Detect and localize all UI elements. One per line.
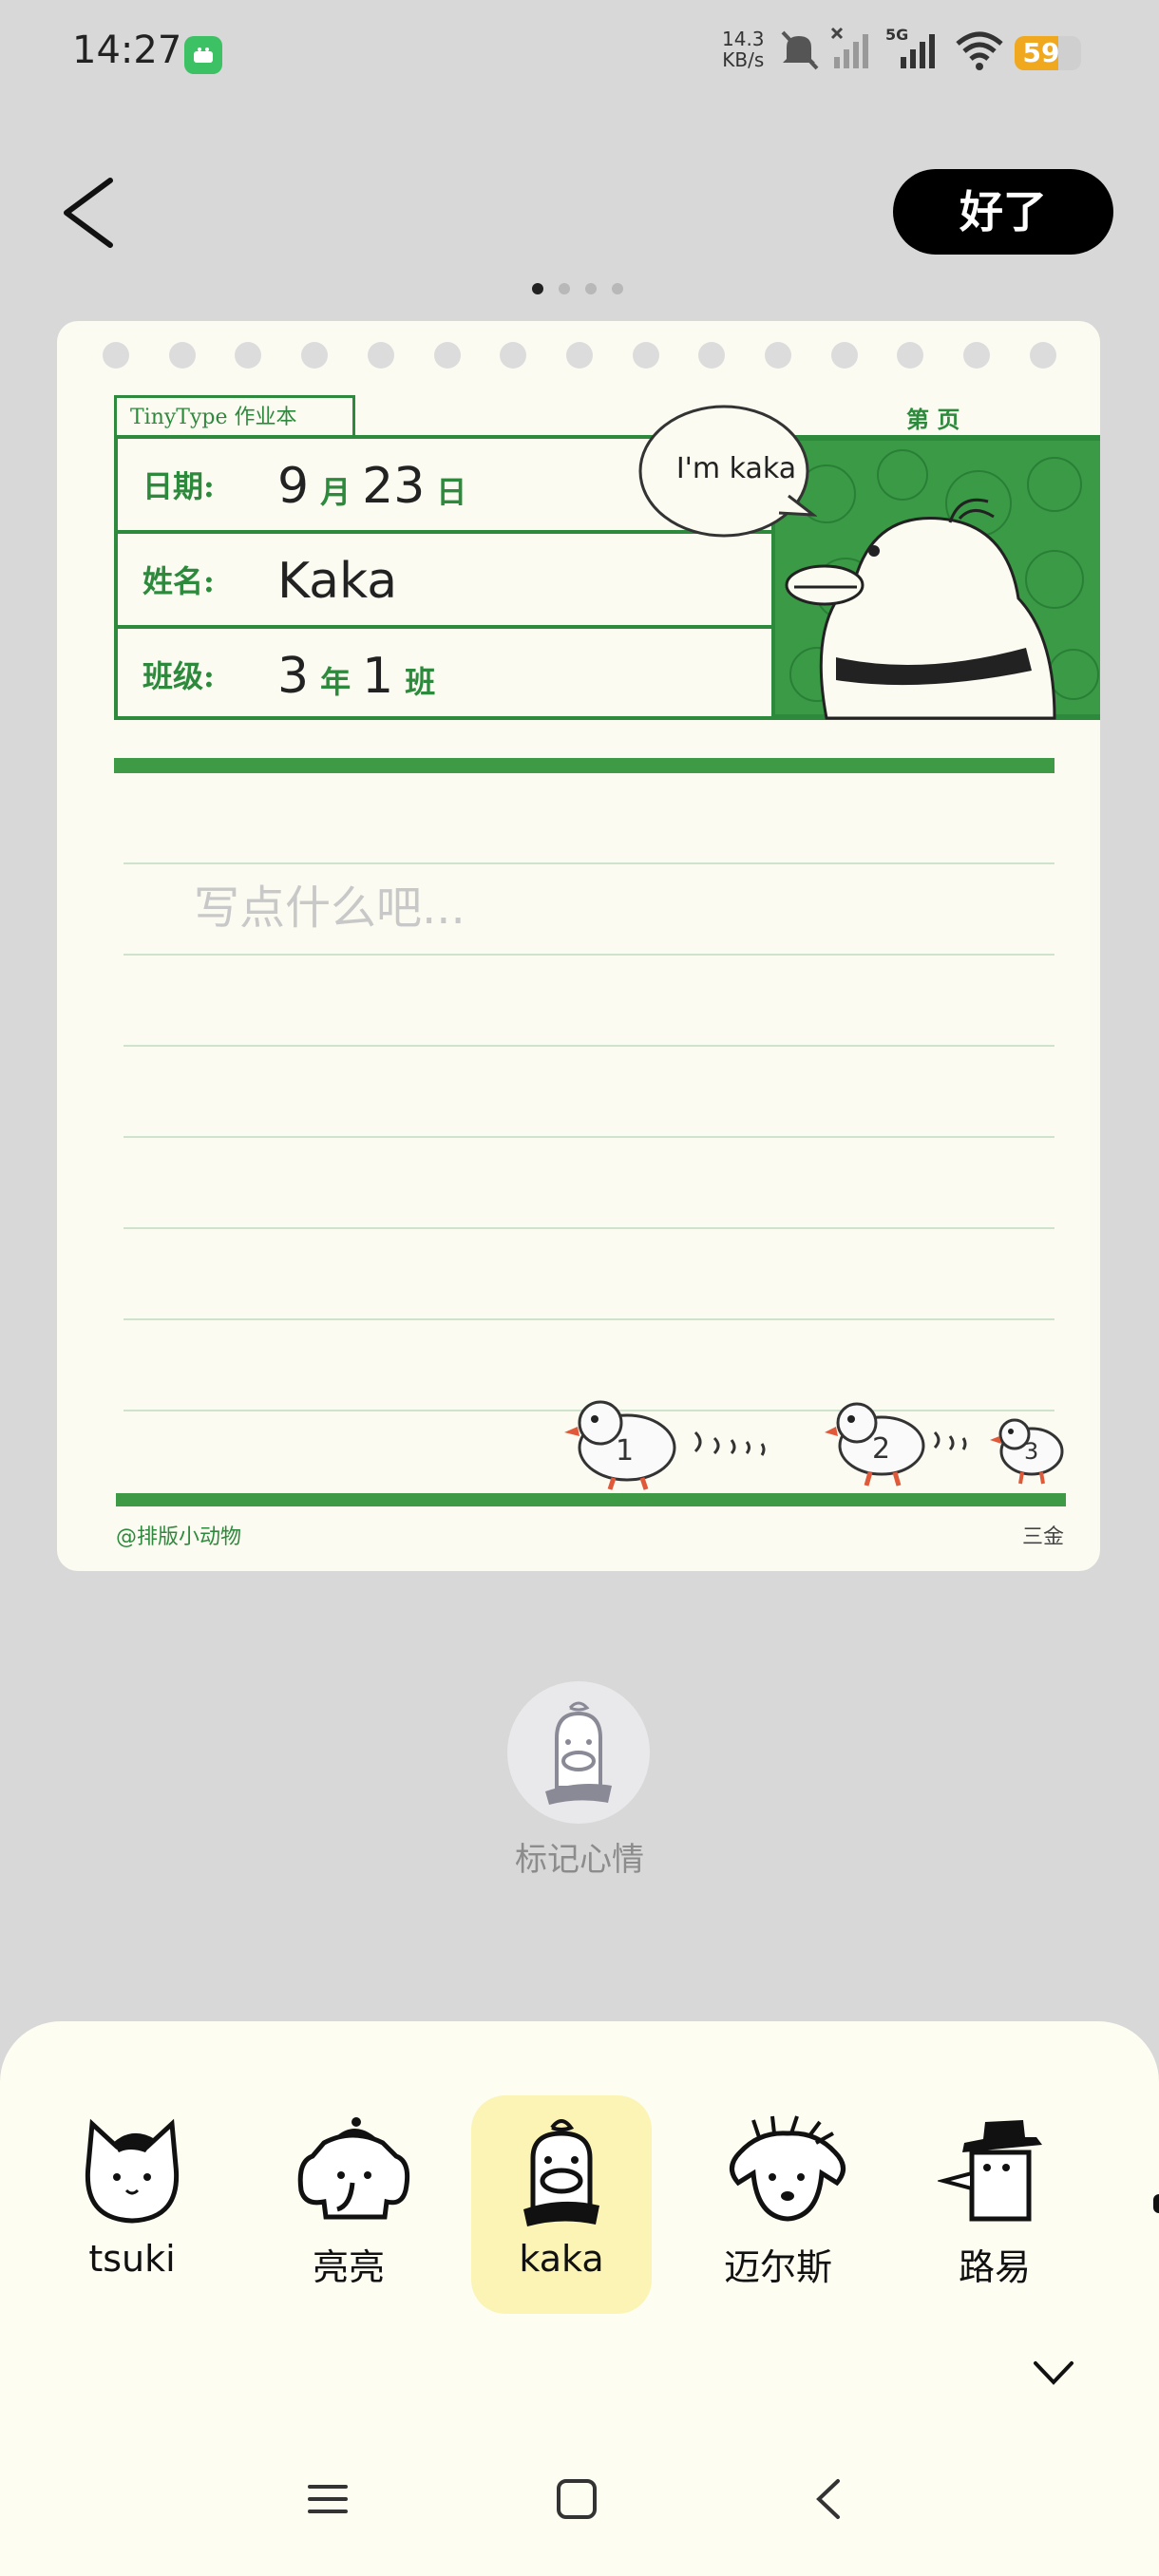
ruled-line — [124, 954, 1054, 956]
month-value: 9 — [277, 458, 310, 515]
android-app-icon — [184, 36, 222, 74]
page-label: 第 页 — [906, 406, 960, 433]
battery-level: 59 — [1022, 37, 1060, 68]
binder-hole — [235, 342, 262, 369]
bird-with-hat-icon — [938, 2120, 1042, 2222]
footer-author: 三金 — [1022, 1525, 1065, 1549]
mute-icon — [775, 27, 823, 78]
ruled-line — [124, 1045, 1054, 1047]
binder-hole — [500, 342, 527, 369]
binder-hole — [1029, 342, 1056, 369]
binder-hole — [765, 342, 791, 369]
class-unit: 班 — [405, 664, 436, 700]
name-label: 姓名: — [142, 563, 215, 599]
speech-text: I'm kaka — [675, 452, 797, 485]
duck-number: 2 — [872, 1432, 891, 1466]
grade-value: 3 — [277, 648, 310, 705]
ruled-line — [124, 1318, 1054, 1320]
nav-recents-button[interactable] — [306, 2477, 350, 2521]
page-indicator — [532, 283, 627, 296]
character-name: 迈尔斯 — [723, 2246, 832, 2288]
page-dot — [532, 283, 543, 294]
walking-ducks-illustration: 1 2 3 — [551, 1391, 1100, 1499]
character-louis[interactable]: 路易 — [904, 2095, 1085, 2314]
speech-bubble: I'm kaka — [636, 401, 818, 557]
binder-hole — [103, 342, 129, 369]
signal-icon: 5G — [885, 26, 942, 78]
done-button[interactable]: 好了 — [893, 169, 1113, 255]
class-label: 班级: — [142, 658, 215, 694]
kaka-illustration — [770, 437, 1100, 720]
cat-icon — [85, 2118, 180, 2224]
date-value[interactable]: 9 月 23 日 — [277, 439, 478, 534]
duck-number: 1 — [616, 1434, 635, 1468]
binder-hole — [897, 342, 924, 369]
character-miles[interactable]: 迈尔斯 — [688, 2095, 868, 2314]
footer-credit: @排版小动物 — [116, 1525, 242, 1549]
character-name: 亮亮 — [312, 2246, 385, 2288]
class-row[interactable]: 班级: 3年1班 — [118, 629, 783, 724]
mood-button[interactable] — [507, 1681, 650, 1824]
day-unit: 日 — [436, 474, 467, 510]
notebook-card: TinyType 作业本 第 页 日期: 9 月 23 日 姓名: Kaka 班级: … — [57, 321, 1100, 1571]
chevron-down-icon — [1034, 2361, 1074, 2385]
date-label: 日期: — [142, 468, 215, 504]
mood-label: 标记心情 — [515, 1841, 644, 1879]
net-speed: 14.3 KB/s — [722, 28, 765, 70]
net-speed-value: 14.3 — [722, 28, 765, 50]
binder-hole — [698, 342, 726, 369]
character-liangliang[interactable]: 亮亮 — [258, 2095, 439, 2314]
class-number: 1 — [362, 648, 394, 705]
dog-icon — [730, 2115, 846, 2222]
ruled-line — [124, 1227, 1054, 1229]
binder-hole — [301, 342, 329, 369]
grade-unit: 年 — [320, 664, 352, 700]
character-name: tsuki — [88, 2238, 176, 2280]
character-tsuki[interactable]: tsuki — [42, 2095, 222, 2314]
binder-hole — [632, 342, 659, 369]
chevron-left-icon — [64, 178, 113, 248]
ruled-line — [124, 862, 1054, 864]
chevron-left-icon — [816, 2479, 840, 2519]
back-button[interactable] — [57, 175, 124, 251]
character-kaka[interactable]: kaka — [471, 2095, 652, 2314]
collapse-button[interactable] — [1032, 2354, 1075, 2392]
binder-hole — [367, 342, 394, 369]
binder-hole — [168, 342, 196, 369]
page-dot — [585, 283, 597, 294]
binder-hole — [433, 342, 461, 369]
character-name: kaka — [519, 2238, 604, 2280]
divider-bottom — [116, 1493, 1066, 1506]
binder-hole — [830, 342, 858, 369]
ruled-line — [124, 1136, 1054, 1138]
kaka-mood-icon — [545, 1701, 612, 1805]
elephant-icon — [297, 2117, 410, 2220]
nav-back-button[interactable] — [808, 2477, 851, 2521]
brand-tab: TinyType 作业本 — [114, 395, 355, 435]
class-value[interactable]: 3年1班 — [277, 629, 446, 724]
duck-number: 3 — [1024, 1438, 1039, 1465]
more-characters-indicator — [1153, 2194, 1159, 2213]
binder-hole — [963, 342, 991, 369]
note-input[interactable]: 写点什么吧... — [194, 870, 466, 937]
network-type: 5G — [885, 27, 908, 44]
status-time: 14:27 — [72, 28, 182, 72]
wifi-icon — [954, 27, 1005, 78]
divider-top — [114, 758, 1054, 773]
page-dot — [612, 283, 623, 294]
binder-hole — [565, 342, 593, 369]
character-picker-sheet: tsuki 亮亮 kaka 迈尔斯 路易 — [0, 2021, 1159, 2576]
net-speed-unit: KB/s — [722, 48, 765, 71]
battery-icon: 59 — [1015, 36, 1081, 70]
nav-home-button[interactable] — [555, 2477, 598, 2521]
month-unit: 月 — [320, 474, 352, 510]
square-icon — [557, 2479, 597, 2519]
page-dot — [559, 283, 570, 294]
name-value[interactable]: Kaka — [277, 534, 397, 629]
menu-icon — [308, 2485, 348, 2513]
character-name: 路易 — [958, 2246, 1031, 2288]
day-value: 23 — [362, 458, 426, 515]
duck-icon — [523, 2119, 599, 2226]
no-signal-icon — [830, 27, 878, 78]
